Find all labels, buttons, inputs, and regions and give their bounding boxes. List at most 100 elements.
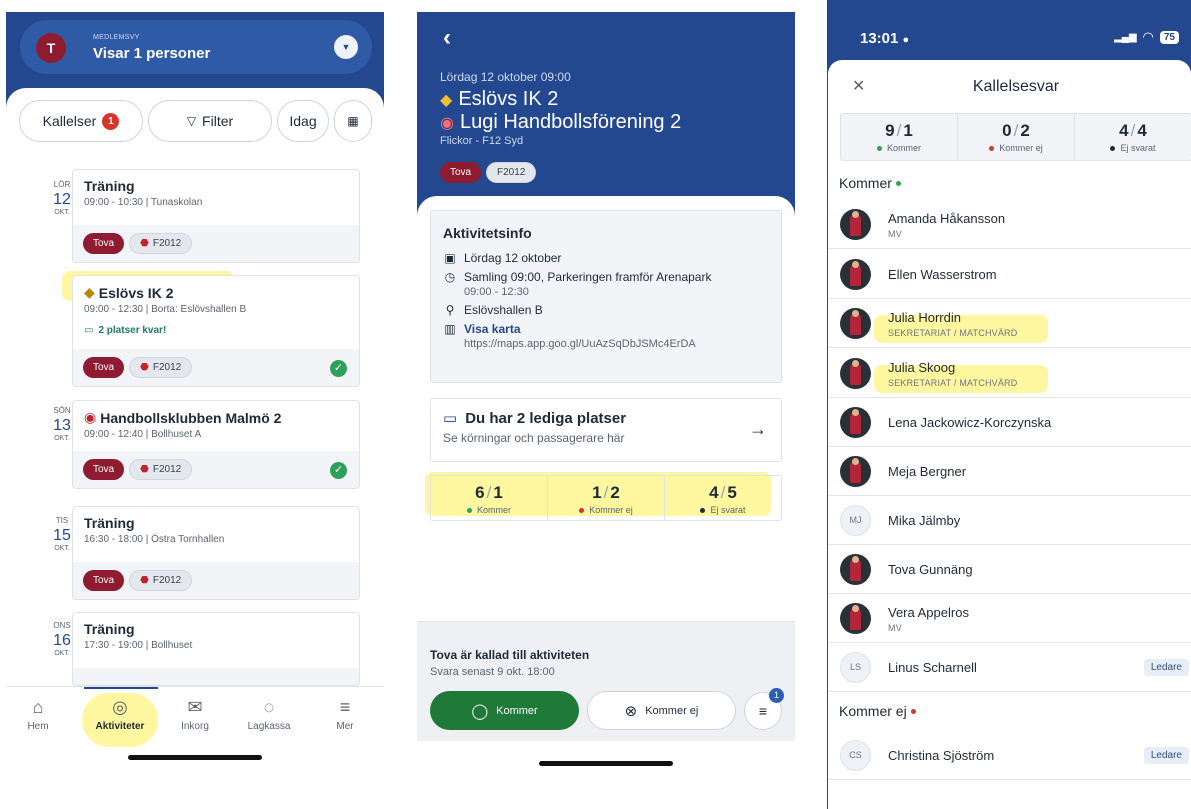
activity-card-training-1[interactable]: Träning 09:00 - 10:30 | Tunaskolan Tova …: [72, 169, 360, 263]
month: OKT.: [54, 435, 70, 442]
not-coming-button[interactable]: ⊗ Kommer ej: [587, 691, 736, 730]
status-dot: [895, 180, 901, 186]
tab-label: Hem: [27, 721, 49, 732]
car-icon: ▭: [84, 325, 94, 336]
person-name: Lena Jackowicz-Korczynska: [888, 415, 1052, 430]
team-logo-icon: ⬣: [140, 238, 149, 249]
status-icons: ▂▄▆ ◠ 75: [1114, 29, 1179, 45]
stat-label: Kommer: [886, 143, 921, 153]
person-role: MV: [888, 229, 902, 239]
activities-screen: T MEDLEMSVY Visar 1 personer ▼ Kallelser…: [6, 0, 384, 800]
list-item[interactable]: Ellen Wasserstrom: [828, 250, 1191, 299]
stat-total: 2: [1020, 121, 1030, 140]
map-url[interactable]: https://maps.app.goo.gl/UuAzSqDbJSMc4ErD…: [464, 338, 696, 350]
back-icon[interactable]: ‹: [443, 24, 451, 52]
activity-time: 09:00 - 12:30: [84, 304, 143, 315]
section-not-coming: Kommer ej: [839, 703, 921, 719]
sheet-title: Kallelsesvar: [972, 78, 1060, 95]
car-icon: ▭: [443, 410, 458, 427]
today-button[interactable]: Idag: [277, 100, 329, 142]
tab-hem[interactable]: ⌂ Hem: [6, 697, 73, 732]
kallelser-button[interactable]: Kallelser 1: [19, 100, 143, 142]
weekday: ONS: [53, 621, 71, 630]
stat-total: 4: [1137, 121, 1147, 140]
stat-value: 9: [885, 121, 895, 140]
filter-button[interactable]: ▽ Filter: [148, 100, 272, 142]
team-label: F2012: [152, 362, 182, 373]
coming-button[interactable]: ◯ Kommer: [430, 691, 579, 730]
stat-value: 1: [592, 483, 602, 502]
list-item[interactable]: Julia Skoog SEKRETARIAT / MATCHVÄRD: [828, 349, 1191, 398]
tab-lagkassa[interactable]: ◌ Lagkassa: [234, 697, 304, 732]
activity-card-match-eslov[interactable]: ◆ Eslövs IK 2 09:00 - 12:30 | Borta: Eslö…: [72, 275, 360, 387]
status-dot: [1110, 146, 1116, 152]
status-dot: [989, 146, 995, 152]
activity-info-box: Aktivitetsinfo ▣ Lördag 12 oktober ◷ Samli…: [430, 210, 782, 383]
team-logo-icon: ⬣: [140, 464, 149, 475]
team-tag: ⬣ F2012: [129, 233, 193, 254]
activity-time: 17:30 - 19:00: [84, 640, 143, 651]
activity-card-training-3[interactable]: Träning 17:30 - 19:00 | Bollhuset: [72, 612, 360, 686]
list-item[interactable]: Julia Horrdin SEKRETARIAT / MATCHVÄRD: [828, 299, 1191, 348]
member-tag: Tova: [83, 459, 125, 480]
show-map-link[interactable]: Visa karta: [464, 322, 521, 336]
info-date: Lördag 12 oktober: [464, 251, 562, 265]
away-team: Lugi Handbollsförening 2: [459, 111, 682, 133]
map-icon: ▥: [444, 322, 456, 336]
list-item[interactable]: MJ Mika Jälmby: [828, 496, 1191, 545]
section-title: Kommer: [839, 175, 892, 191]
deadline-text: Svara senast 9 okt. 18:00: [430, 666, 555, 678]
tab-mer[interactable]: ≡ Mer: [310, 697, 380, 732]
filter-icon: ▽: [186, 114, 197, 128]
chevron-down-icon[interactable]: ▼: [334, 35, 358, 59]
team-label: F2012: [152, 238, 182, 249]
list-item[interactable]: Lena Jackowicz-Korczynska: [828, 398, 1191, 447]
section-coming: Kommer: [839, 175, 906, 191]
list-item[interactable]: LS Linus Scharnell Ledare: [828, 643, 1191, 692]
filter-label: Filter: [202, 113, 234, 129]
leader-badge: Ledare: [1143, 659, 1189, 676]
kallelser-count-badge: 1: [102, 112, 120, 130]
activity-card-training-2[interactable]: Träning 16:30 - 18:00 | Östra Tornhallen…: [72, 506, 360, 600]
activity-detail-screen: ‹ Lördag 12 oktober 09:00 ◆ Eslövs IK 2 …: [417, 0, 795, 800]
status-dot: [910, 708, 916, 714]
stat-coming: 6/1 Kommer: [431, 476, 548, 520]
note-count-badge: 1: [769, 688, 784, 703]
close-circle-icon: ⊗: [624, 702, 638, 720]
note-button[interactable]: ≡ 1: [744, 688, 784, 730]
stat-total: 1: [493, 483, 503, 502]
team-crest-icon: ◆: [84, 284, 95, 300]
avatar-initials: CS: [840, 740, 871, 771]
list-item[interactable]: CS Christina Sjöström Ledare: [828, 731, 1191, 780]
activity-card-match-malmo[interactable]: ◉ Handbollsklubben Malmö 2 09:00 - 12:40 …: [72, 400, 360, 489]
check-icon: ✓: [330, 462, 347, 479]
response-stats[interactable]: 6/1 Kommer 1/2 Kommer ej 4/5 Ej svarat: [430, 475, 782, 521]
tab-aktiviteter[interactable]: ◎ Aktiviteter: [85, 697, 155, 732]
calendar-add-button[interactable]: ▦: [334, 100, 372, 142]
invite-text: Tova är kallad till aktiviteten: [430, 648, 590, 662]
calendar-add-icon: ▦: [347, 114, 359, 128]
list-item[interactable]: Tova Gunnäng: [828, 545, 1191, 594]
free-seats-card[interactable]: ▭ Du har 2 lediga platser Se körningar oc…: [430, 398, 782, 462]
avatar-initials: LS: [840, 652, 871, 683]
member-view-selector[interactable]: T MEDLEMSVY Visar 1 personer ▼: [20, 20, 372, 74]
list-item[interactable]: Amanda Håkansson MV: [828, 200, 1191, 249]
stat-label: Kommer ej: [589, 505, 633, 515]
check-circle-icon: ◯: [471, 702, 489, 720]
leader-badge: Ledare: [1143, 747, 1189, 764]
list-item[interactable]: Meja Bergner: [828, 447, 1191, 496]
month: OKT.: [54, 209, 70, 216]
stat-coming: 9/1 Kommer: [841, 114, 958, 160]
activity-title: Träning: [84, 515, 135, 531]
list-item[interactable]: Vera Appelros MV: [828, 594, 1191, 643]
activity-place: Bollhuset A: [151, 429, 202, 440]
stat-not-coming: 0/2 Kommer ej: [958, 114, 1075, 160]
home-team-row: ◆ Eslövs IK 2: [440, 88, 558, 111]
tab-inkorg[interactable]: ✉ Inkorg: [160, 697, 230, 732]
bottom-tab-bar: ⌂ Hem ◎ Aktiviteter ✉ Inkorg ◌ Lagkassa …: [6, 686, 384, 800]
stat-value: 6: [475, 483, 485, 502]
person-name: Christina Sjöström: [888, 748, 995, 763]
member-tag: Tova: [440, 162, 482, 183]
team-crest-icon: ◉: [440, 114, 454, 132]
responses-screen: 13:01 ● ▂▄▆ ◠ 75 ✕ Kallelsesvar 9/1 Komm…: [827, 0, 1191, 809]
